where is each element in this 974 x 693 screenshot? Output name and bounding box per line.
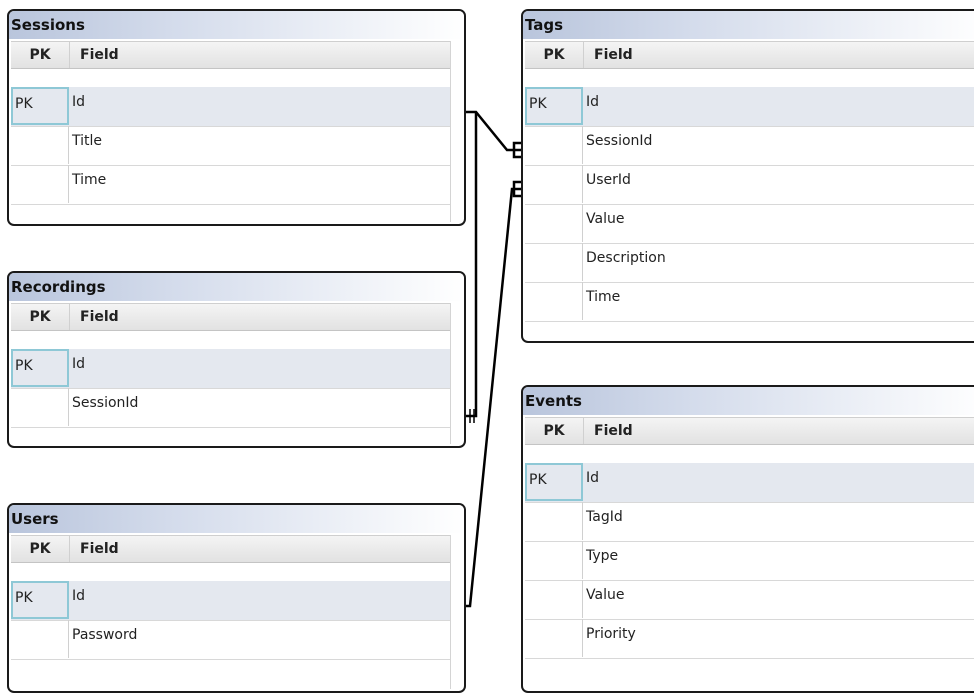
table-recordings[interactable]: Recordings PK Field PK Id SessionId [7, 271, 466, 448]
grid-header: PK Field [11, 41, 451, 69]
grid-header: PK Field [11, 303, 451, 331]
field-name: Password [72, 627, 138, 643]
header-field: Field [80, 47, 119, 63]
header-field: Field [594, 423, 633, 439]
table-sessions[interactable]: Sessions PK Field PK Id Title Time [7, 9, 466, 226]
field-grid: PK Field PK Id TagId Type Value Priority [525, 417, 974, 689]
field-grid: PK Field PK Id SessionId UserId Value De… [525, 41, 974, 339]
pk-cell: PK [11, 581, 69, 619]
field-row[interactable]: UserId [525, 165, 974, 205]
field-name: Value [586, 587, 625, 603]
field-grid: PK Field PK Id SessionId [11, 303, 462, 444]
field-row[interactable]: PK Id [11, 349, 451, 389]
field-row[interactable]: PK Id [525, 87, 974, 127]
field-row[interactable]: Password [11, 620, 451, 660]
field-row[interactable]: SessionId [11, 388, 451, 428]
table-tags[interactable]: Tags PK Field PK Id SessionId UserId Val… [521, 9, 974, 343]
grid-header: PK Field [525, 41, 974, 69]
pk-cell: PK [11, 87, 69, 125]
pk-cell [525, 126, 583, 164]
pk-cell [525, 243, 583, 281]
header-pk: PK [11, 304, 70, 330]
field-name: Description [586, 250, 666, 266]
header-pk: PK [525, 42, 584, 68]
field-name: Priority [586, 626, 636, 642]
connector-sessions-tags [463, 110, 514, 152]
pk-cell [525, 204, 583, 242]
field-row[interactable]: Title [11, 126, 451, 166]
pk-cell [525, 580, 583, 618]
connector-users-tags [463, 187, 514, 608]
field-row[interactable]: PK Id [525, 463, 974, 503]
field-row[interactable]: PK Id [11, 581, 451, 621]
field-name: Title [72, 133, 103, 149]
field-name: Id [72, 356, 86, 372]
field-name: SessionId [586, 133, 653, 149]
field-grid: PK Field PK Id Password [11, 535, 462, 689]
pk-cell [11, 126, 69, 164]
pk-cell [525, 165, 583, 203]
field-row[interactable]: Time [11, 165, 451, 205]
field-row[interactable]: Type [525, 541, 974, 581]
field-name: Value [586, 211, 625, 227]
table-title: Events [523, 387, 974, 415]
field-row[interactable]: TagId [525, 502, 974, 542]
field-name: Id [586, 94, 600, 110]
pk-cell [525, 282, 583, 320]
table-title: Recordings [9, 273, 464, 301]
header-field: Field [594, 47, 633, 63]
field-row[interactable]: Value [525, 204, 974, 244]
field-name: UserId [586, 172, 631, 188]
scrollbar[interactable] [450, 41, 462, 222]
field-name: TagId [586, 509, 623, 525]
field-row[interactable]: Description [525, 243, 974, 283]
grid-header: PK Field [525, 417, 974, 445]
table-title: Users [9, 505, 464, 533]
header-pk: PK [525, 418, 584, 444]
pk-cell [11, 388, 69, 426]
table-title: Tags [523, 11, 974, 39]
header-field: Field [80, 309, 119, 325]
scrollbar[interactable] [450, 535, 462, 689]
header-field: Field [80, 541, 119, 557]
pk-cell [525, 541, 583, 579]
field-grid: PK Field PK Id Title Time [11, 41, 462, 222]
table-events[interactable]: Events PK Field PK Id TagId Type Value P… [521, 385, 974, 693]
field-name: Id [72, 588, 86, 604]
field-name: SessionId [72, 395, 139, 411]
field-name: Time [586, 289, 621, 305]
table-title: Sessions [9, 11, 464, 39]
pk-cell [525, 619, 583, 657]
field-row[interactable]: Priority [525, 619, 974, 659]
pk-cell: PK [11, 349, 69, 387]
field-row[interactable]: SessionId [525, 126, 974, 166]
field-name: Id [72, 94, 86, 110]
header-pk: PK [11, 536, 70, 562]
field-row[interactable]: Time [525, 282, 974, 322]
field-name: Time [72, 172, 107, 188]
header-pk: PK [11, 42, 70, 68]
grid-header: PK Field [11, 535, 451, 563]
pk-cell [11, 165, 69, 203]
pk-cell [11, 620, 69, 658]
pk-cell: PK [525, 463, 583, 501]
field-name: Id [586, 470, 600, 486]
table-users[interactable]: Users PK Field PK Id Password [7, 503, 466, 693]
field-name: Type [586, 548, 619, 564]
pk-cell [525, 502, 583, 540]
scrollbar[interactable] [450, 303, 462, 444]
pk-cell: PK [525, 87, 583, 125]
field-row[interactable]: PK Id [11, 87, 451, 127]
field-row[interactable]: Value [525, 580, 974, 620]
